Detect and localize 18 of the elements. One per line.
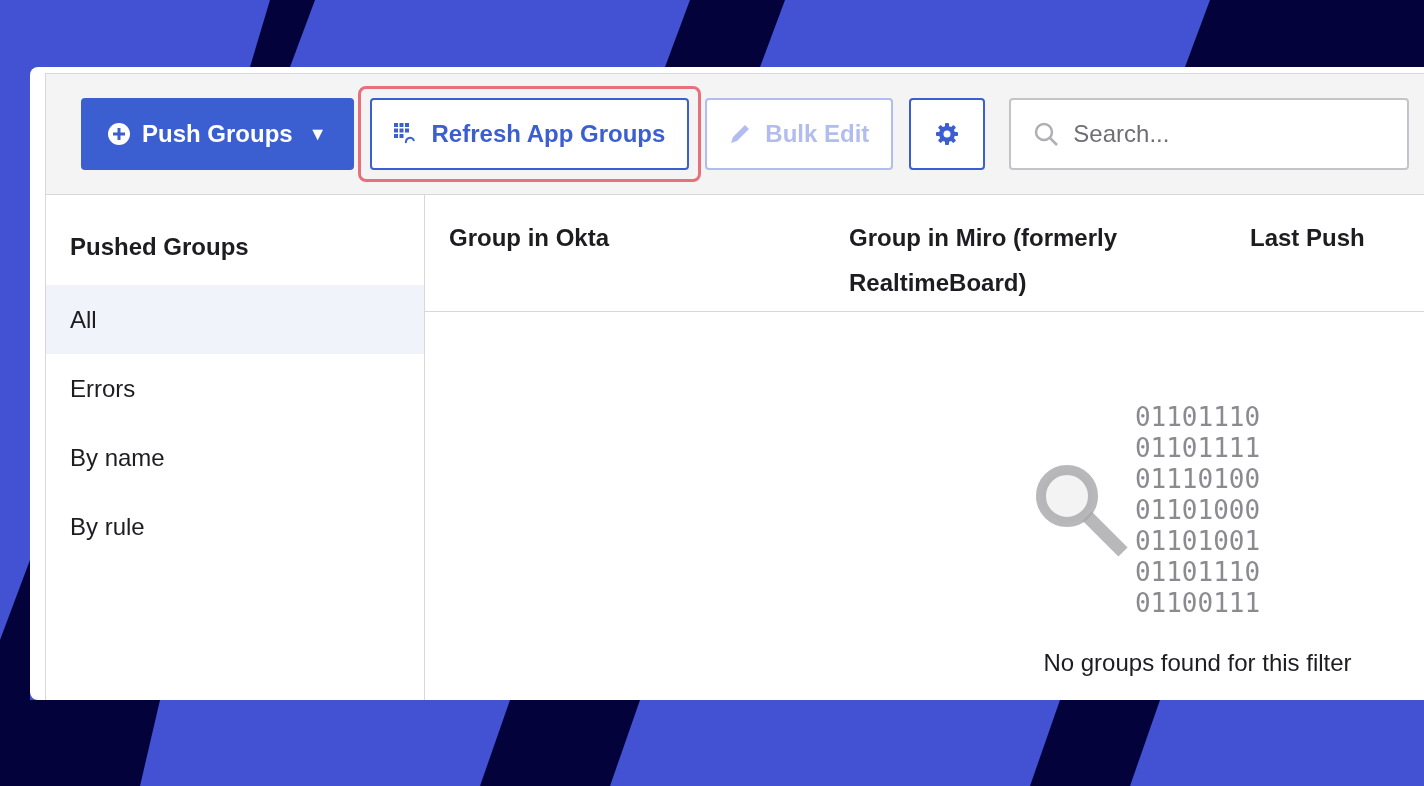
empty-state-message: No groups found for this filter — [1043, 648, 1352, 678]
column-header: Last Push — [1250, 223, 1366, 253]
settings-button[interactable] — [909, 98, 986, 170]
search-icon — [1033, 121, 1060, 147]
magnifier-icon — [1034, 463, 1129, 558]
column-header: Group in Okta — [449, 223, 611, 253]
column-header: Group in Miro (formerly RealtimeBoard) — [849, 223, 1118, 298]
plus-circle-icon — [108, 123, 130, 145]
background-stripe — [250, 0, 315, 67]
push-groups-button[interactable]: Push Groups ▼ — [81, 98, 354, 170]
binary-text: 01101110 01101111 01110100 01101000 01101001 01101110 01100111 — [1134, 402, 1261, 619]
grid-refresh-icon — [393, 123, 418, 145]
refresh-button[interactable]: Refresh App Groups — [369, 98, 690, 170]
settings-icon — [935, 122, 960, 146]
sidebar-title: Pushed Groups — [69, 232, 250, 262]
sidebar-item[interactable]: All — [46, 285, 424, 354]
pencil-icon — [729, 123, 752, 145]
search-field[interactable]: Search... — [1009, 98, 1410, 170]
